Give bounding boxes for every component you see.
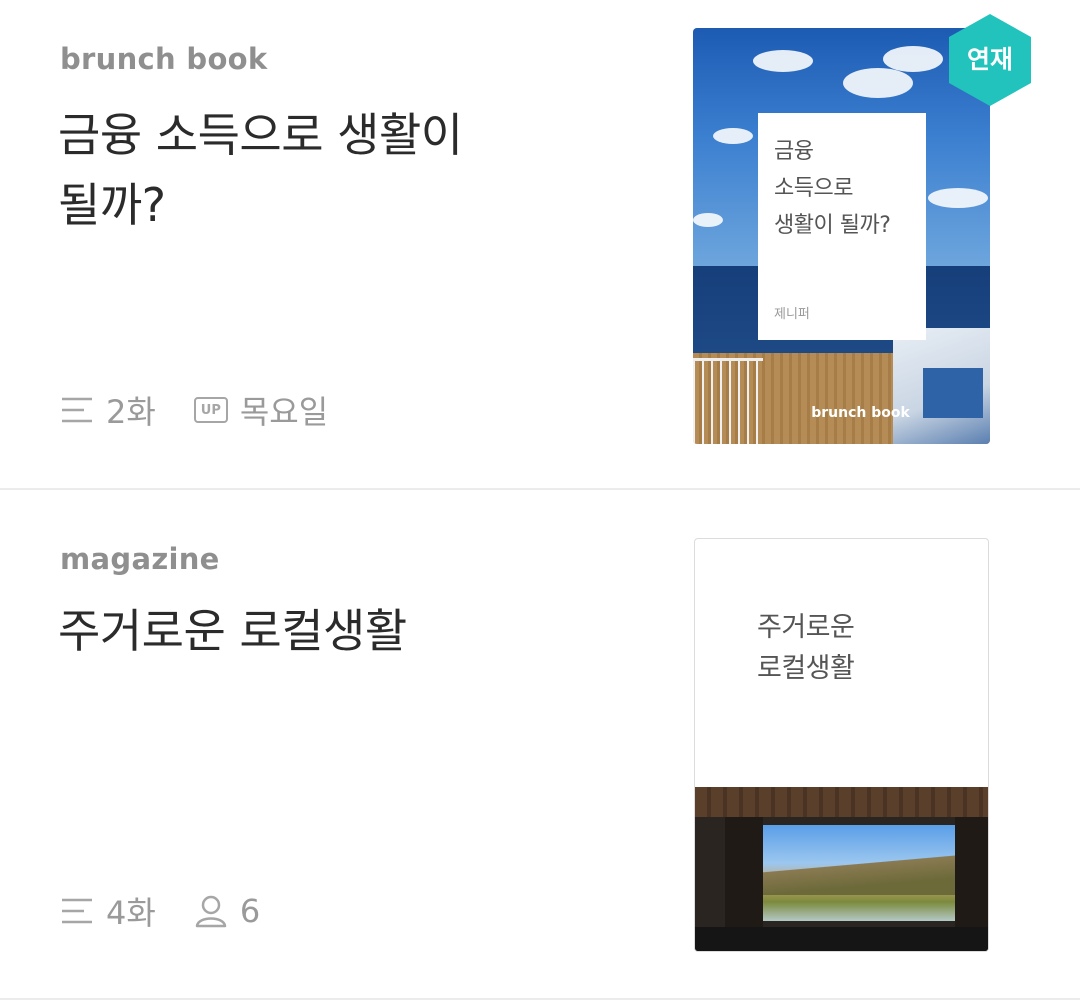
divider — [0, 998, 1080, 1000]
cover-ship-structure — [893, 328, 990, 444]
cloud — [843, 68, 913, 98]
cover-railing — [693, 358, 763, 444]
cover-title-panel: 금융 소득으로 생활이 될까? 제니퍼 — [758, 113, 926, 340]
item-title[interactable]: 금융 소득으로 생활이 될까? — [58, 100, 618, 240]
cover-title: 주거로운 로컬생활 — [757, 607, 977, 689]
cover-title-line: 생활이 될까? — [774, 213, 891, 238]
item-kind-label: brunch book — [60, 42, 268, 76]
update-day-label: 목요일 — [239, 393, 329, 431]
cover-title-line: 로컬생활 — [757, 653, 855, 684]
photo-mountain — [763, 855, 955, 895]
subscriber-count: 6 — [194, 892, 260, 930]
list-icon — [62, 397, 92, 423]
list-icon — [62, 898, 92, 924]
item-meta: 2화 UP 목요일 — [60, 387, 328, 433]
person-icon — [195, 895, 227, 928]
cover-author: 제니퍼 — [774, 307, 810, 322]
update-day: UP 목요일 — [193, 387, 329, 433]
cover-title-line: 주거로운 — [757, 612, 855, 643]
up-badge-icon: UP — [193, 397, 228, 423]
photo-ceiling — [695, 787, 988, 817]
episode-count: 4화 — [60, 888, 156, 934]
magazine-cover[interactable]: 주거로운 로컬생활 — [694, 538, 989, 952]
cover-title-line: 소득으로 — [774, 176, 853, 201]
cloud — [753, 50, 813, 72]
book-cover[interactable]: 금융 소득으로 생활이 될까? 제니퍼 brunch book — [693, 28, 990, 444]
photo-table — [695, 927, 988, 951]
item-kind-label: magazine — [60, 542, 220, 576]
cloud — [713, 128, 753, 144]
cloud — [883, 46, 943, 72]
cloud — [693, 213, 723, 227]
cover-title-line: 금융 — [774, 139, 814, 164]
brunch-book-card[interactable]: brunch book 금융 소득으로 생활이 될까? 2화 UP 목요일 금융… — [0, 0, 1080, 488]
episode-count-label: 2화 — [106, 393, 156, 431]
serial-badge-label: 연재 — [966, 45, 1013, 74]
cover-photo — [695, 787, 988, 951]
item-title-line: 될까? — [58, 178, 166, 232]
magazine-card[interactable]: magazine 주거로운 로컬생활 4화 6 주거로운 로컬생활 — [0, 490, 1080, 1000]
subscriber-count-label: 6 — [239, 892, 261, 930]
brunch-book-logo: brunch book — [811, 405, 910, 421]
cover-title: 금융 소득으로 생활이 될까? — [774, 133, 924, 244]
item-title[interactable]: 주거로운 로컬생활 — [58, 596, 618, 666]
item-title-line: 금융 소득으로 생활이 — [58, 108, 463, 162]
episode-count: 2화 — [60, 387, 156, 433]
episode-count-label: 4화 — [106, 894, 156, 932]
item-meta: 4화 6 — [60, 888, 260, 934]
cloud — [928, 188, 988, 208]
